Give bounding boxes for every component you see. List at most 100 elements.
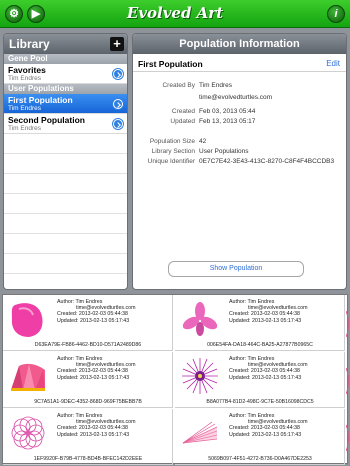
author-value: Tim Endres [247, 356, 275, 362]
grid-cell[interactable]: Author: Tim Endres time@evolvedturtles.c… [175, 409, 345, 465]
cell-meta: Author: Tim Endres time@evolvedturtles.c… [229, 356, 308, 381]
updated-label: Updated [170, 118, 195, 125]
grid-cell[interactable]: Author: Tim Endres time@evolvedturtles.c… [175, 352, 345, 408]
cell-uuid: 006E54FA-DA18-464C-BA25-A27877B0965C [207, 342, 313, 348]
created-label: Created: [229, 425, 250, 432]
empty-row [4, 214, 127, 234]
rosette-thumbnail [11, 416, 45, 450]
created-value: Feb 03, 2013 05:44 [199, 108, 256, 115]
cell-meta: Author: Tim Endres time@evolvedturtles.c… [229, 299, 308, 324]
author-label: Author: [57, 299, 75, 305]
created-label: Created: [229, 368, 250, 375]
created-label: Created: [57, 425, 78, 432]
library-row-favorites[interactable]: Favorites Tim Endres [4, 64, 127, 84]
unique-identifier-label: Unique Identifier [147, 158, 195, 165]
author-value: Tim Endres [247, 299, 275, 305]
population-name-bar: First Population Edit [133, 54, 346, 72]
pink-petals-thumbnail [182, 302, 218, 336]
author-value: Tim Endres [75, 356, 103, 362]
updated-value: 2013-02-13 05:17:43 [251, 431, 302, 438]
cell-uuid: 1EF9920F-B79B-4778-BD4B-BFEC142D2EEE [33, 456, 143, 462]
empty-row [4, 194, 127, 214]
add-population-button[interactable]: + [110, 37, 124, 51]
disclosure-chevron-icon[interactable] [113, 69, 123, 79]
created-by-label: Created By [162, 82, 195, 89]
created-value: 2013-02-03 05:44:38 [78, 311, 128, 318]
created-value: 2013-02-03 05:44:38 [250, 311, 300, 318]
created-value: 2013-02-03 05:44:38 [78, 425, 128, 432]
info-header: Population Information [133, 34, 346, 54]
updated-label: Updated: [57, 317, 79, 324]
row-title: First Population [8, 95, 73, 105]
updated-label: Updated: [229, 317, 251, 324]
cell-meta: Author: Tim Endres time@evolvedturtles.c… [57, 413, 136, 438]
library-panel: Library + Gene Pool Favorites Tim Endres… [3, 33, 128, 290]
empty-row [4, 234, 127, 254]
population-size-label: Population Size [149, 138, 195, 145]
row-subtitle: Tim Endres [8, 125, 41, 132]
disclosure-chevron-icon[interactable] [113, 99, 123, 109]
email-value: time@evolvedturtles.com [199, 94, 273, 101]
cell-uuid: 9C7A51A1-9DEC-4352-868D-969F75BEBB7B [34, 399, 142, 405]
population-info-panel: Population Information First Population … [132, 33, 347, 290]
library-header: Library + [4, 34, 127, 54]
partial-thumbnail [345, 309, 349, 365]
fan-thumbnail [11, 363, 45, 391]
empty-row [4, 134, 127, 154]
partial-thumbnail [345, 366, 349, 422]
unique-identifier-value: 0E7C7E42-3E43-413C-8270-C8F4F4BCCDB3 [199, 158, 335, 165]
created-label: Created: [229, 311, 250, 318]
author-label: Author: [229, 299, 247, 305]
section-header-gene-pool: Gene Pool [4, 54, 127, 64]
pink-blob-thumbnail [11, 303, 43, 337]
cell-meta: Author: Tim Endres time@evolvedturtles.c… [57, 299, 136, 324]
disclosure-chevron-icon[interactable] [113, 119, 123, 129]
rays-thumbnail [182, 421, 218, 444]
updated-value: Feb 13, 2013 05:17 [199, 118, 256, 125]
created-value: 2013-02-03 05:44:38 [250, 425, 300, 432]
library-title: Library [9, 37, 50, 51]
empty-row [4, 274, 127, 289]
author-label: Author: [57, 356, 75, 362]
section-header-user-populations: User Populations [4, 84, 127, 94]
cell-meta: Author: Tim Endres time@evolvedturtles.c… [57, 356, 136, 381]
updated-label: Updated: [57, 374, 79, 381]
row-title: Second Population [8, 115, 85, 125]
library-section-value: User Populations [199, 148, 249, 155]
grid-cell[interactable]: Author: Tim Endres time@evolvedturtles.c… [175, 295, 345, 351]
library-section-label: Library Section [151, 148, 195, 155]
info-icon[interactable]: i [327, 5, 345, 23]
row-title: Favorites [8, 65, 46, 75]
library-row-second-population[interactable]: Second Population Tim Endres [4, 114, 127, 134]
author-label: Author: [229, 413, 247, 419]
author-label: Author: [57, 413, 75, 419]
empty-row [4, 254, 127, 274]
population-size-value: 42 [199, 138, 207, 145]
created-by-value: Tim Endres [199, 82, 232, 89]
library-row-first-population[interactable]: First Population Tim Endres [4, 94, 127, 114]
row-subtitle: Tim Endres [8, 105, 41, 112]
updated-value: 2013-02-13 05:17:43 [79, 431, 130, 438]
author-value: Tim Endres [247, 413, 275, 419]
cell-meta: Author: Tim Endres time@evolvedturtles.c… [229, 413, 308, 438]
created-value: 2013-02-03 05:44:38 [250, 368, 300, 375]
app-toolbar: ⚙ ▶ Evolved Art i [0, 0, 350, 28]
empty-row [4, 154, 127, 174]
created-value: 2013-02-03 05:44:38 [78, 368, 128, 375]
author-value: Tim Endres [75, 413, 103, 419]
author-label: Author: [229, 356, 247, 362]
population-grid: Author: Tim Endres time@evolvedturtles.c… [2, 294, 349, 466]
updated-value: 2013-02-13 05:17:43 [79, 317, 130, 324]
created-label: Created: [57, 311, 78, 318]
created-label: Created [171, 108, 195, 115]
updated-label: Updated: [57, 431, 79, 438]
grid-cell[interactable]: Author: Tim Endres time@evolvedturtles.c… [3, 295, 173, 351]
created-label: Created: [57, 368, 78, 375]
updated-value: 2013-02-13 05:17:43 [251, 374, 302, 381]
grid-cell[interactable]: Author: Tim Endres time@evolvedturtles.c… [3, 352, 173, 408]
app-title: Evolved Art [126, 4, 224, 22]
show-population-button[interactable]: Show Population [168, 261, 304, 277]
partial-thumbnail [345, 423, 349, 466]
edit-button[interactable]: Edit [326, 59, 340, 68]
grid-cell[interactable]: Author: Tim Endres time@evolvedturtles.c… [3, 409, 173, 465]
